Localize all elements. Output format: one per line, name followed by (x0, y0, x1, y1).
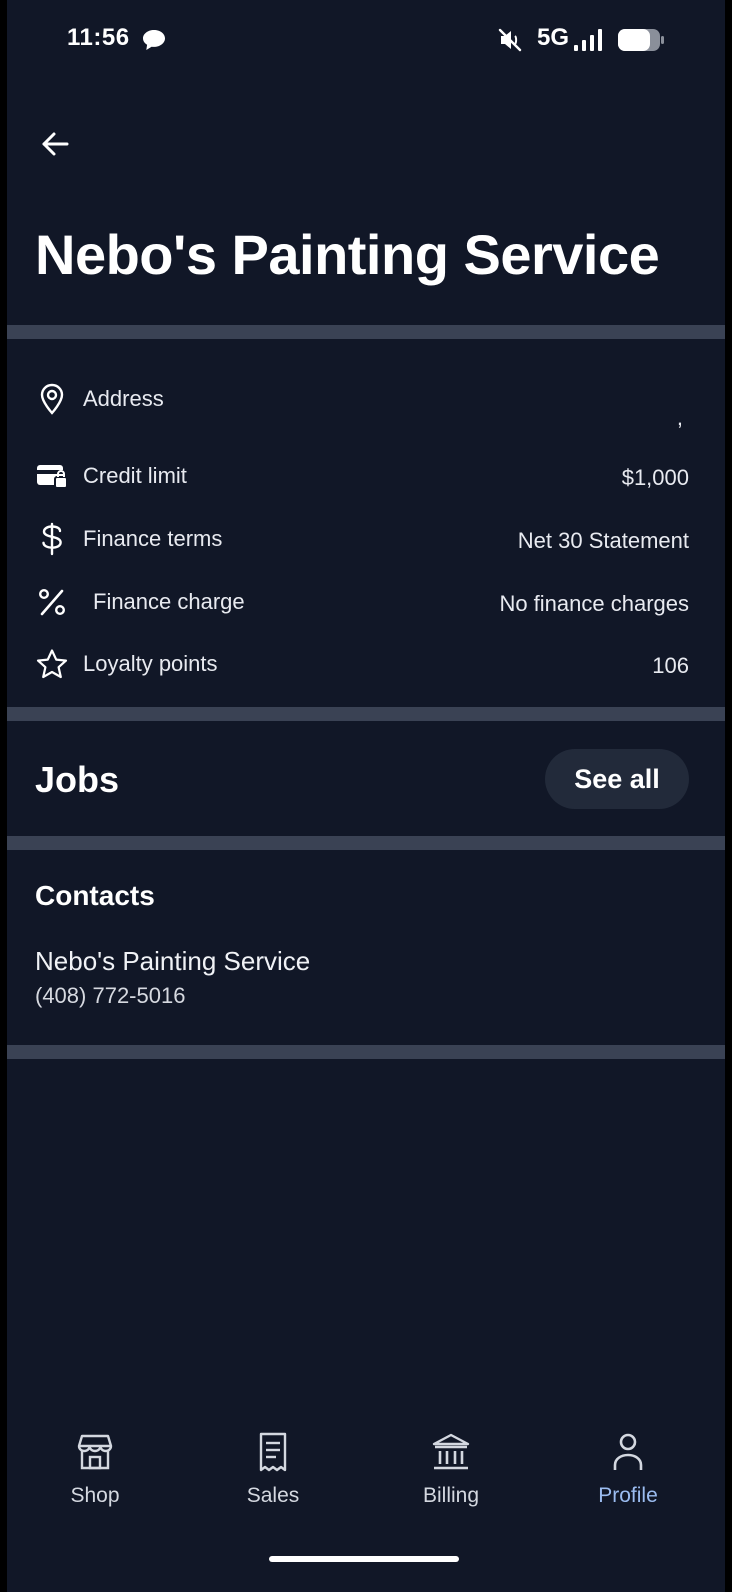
nav-label-profile: Profile (598, 1484, 658, 1507)
loyalty-points-label: Loyalty points (83, 651, 218, 676)
credit-limit-label: Credit limit (83, 463, 187, 488)
person-icon (613, 1433, 643, 1470)
nav-item-billing[interactable]: Billing (391, 1420, 511, 1520)
star-icon (35, 647, 69, 681)
info-row-address: Address (7, 376, 725, 420)
percent-icon (35, 585, 69, 619)
mute-icon (498, 28, 522, 52)
section-divider (7, 325, 725, 339)
chat-bubble-icon (143, 30, 165, 50)
status-time: 11:56 (67, 24, 130, 51)
credit-card-lock-icon (35, 459, 69, 493)
network-type: 5G (537, 24, 570, 51)
profile-screen: 11:56 5G Nebo's Painting Service Address… (7, 0, 725, 1592)
receipt-icon (259, 1432, 287, 1472)
finance-charge-value: No finance charges (499, 591, 689, 616)
page-title: Nebo's Painting Service (35, 223, 660, 286)
storefront-icon (77, 1434, 113, 1470)
nav-label-shop: Shop (70, 1484, 120, 1507)
see-all-jobs-button[interactable]: See all (545, 749, 689, 809)
contact-phone: (408) 772-5016 (35, 983, 186, 1008)
address-value: , (676, 405, 683, 430)
section-divider (7, 1045, 725, 1059)
arrow-left-icon (42, 132, 69, 156)
nav-label-billing: Billing (422, 1484, 480, 1507)
info-row-loyalty-points: Loyalty points 106 (7, 641, 725, 685)
location-pin-icon (35, 382, 69, 416)
finance-terms-label: Finance terms (83, 526, 223, 551)
status-bar: 11:56 5G (7, 0, 725, 80)
home-indicator[interactable] (269, 1556, 459, 1562)
finance-terms-value: Net 30 Statement (517, 528, 689, 553)
nav-item-profile[interactable]: Profile (568, 1420, 688, 1520)
loyalty-points-value: 106 (652, 653, 689, 678)
bottom-navigation: Shop Sales Billing Profile (7, 1420, 725, 1520)
info-row-finance-terms: Finance terms Net 30 Statement (7, 516, 725, 560)
battery-icon (618, 29, 664, 51)
bank-icon (432, 1433, 470, 1470)
info-row-finance-charge: Finance charge No finance charges (7, 579, 725, 623)
signal-icon (574, 29, 602, 51)
nav-label-sales: Sales (246, 1484, 300, 1507)
credit-limit-value: $1,000 (621, 465, 689, 490)
nav-item-sales[interactable]: Sales (213, 1420, 333, 1520)
contact-name: Nebo's Painting Service (35, 946, 311, 976)
info-row-credit-limit: Credit limit $1,000 (7, 453, 725, 497)
contacts-section-title: Contacts (35, 880, 155, 911)
nav-item-shop[interactable]: Shop (35, 1420, 155, 1520)
address-label: Address (83, 386, 164, 411)
section-divider (7, 836, 725, 850)
jobs-section-title: Jobs (35, 759, 120, 800)
dollar-sign-icon (35, 522, 69, 556)
back-button[interactable] (35, 124, 75, 164)
finance-charge-label: Finance charge (93, 589, 245, 614)
section-divider (7, 707, 725, 721)
